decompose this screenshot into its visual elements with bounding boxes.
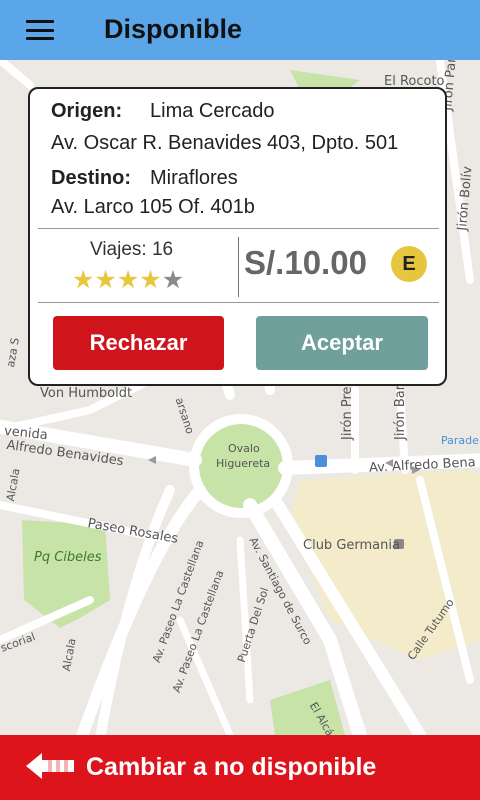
app-bar: Disponible: [0, 0, 480, 60]
map-label: Club Germania: [303, 538, 400, 553]
star-filled-icon: ★: [94, 266, 117, 294]
hamburger-menu-icon: [26, 20, 54, 40]
map-label: Pq Cibeles: [34, 550, 102, 565]
menu-button[interactable]: [0, 0, 80, 60]
payment-method-badge: E: [391, 246, 427, 282]
star-filled-icon: ★: [116, 266, 140, 294]
map-label: Ovalo: [228, 442, 260, 455]
origin-address: Av. Oscar R. Benavides 403, Dpto. 501: [51, 132, 399, 154]
rating-stars: ★★★★★: [72, 265, 184, 295]
trip-count: Viajes: 16: [90, 239, 174, 260]
star-filled-icon: ★: [72, 266, 95, 294]
ride-request-card: Origen: Lima Cercado Av. Oscar R. Benavid…: [28, 87, 447, 386]
divider: [38, 228, 439, 229]
destination-district: Miraflores: [150, 167, 238, 189]
accept-button[interactable]: Aceptar: [256, 316, 428, 370]
origin-label: Origen:: [51, 100, 123, 122]
destination-label: Destino:: [51, 167, 131, 189]
divider: [38, 302, 439, 303]
origin-district: Lima Cercado: [150, 100, 275, 122]
arrow-left-icon: [26, 753, 74, 779]
star-filled-icon: ★: [139, 266, 162, 294]
map-label: Von Humboldt: [40, 386, 133, 401]
toggle-availability-label: Cambiar a no disponible: [86, 753, 377, 781]
destination-address: Av. Larco 105 Of. 401b: [51, 196, 255, 218]
star-empty-icon: ★: [161, 266, 185, 294]
map-label: Higuereta: [216, 457, 271, 470]
divider: [238, 237, 239, 297]
fare-price: S/.10.00: [244, 244, 367, 281]
toggle-availability-button[interactable]: Cambiar a no disponible: [0, 735, 480, 800]
page-title: Disponible: [104, 14, 243, 44]
origin-row: Origen: Lima Cercado: [51, 100, 275, 123]
destination-row: Destino: Miraflores: [51, 167, 238, 190]
map-label: Parade: [441, 434, 479, 447]
reject-button[interactable]: Rechazar: [53, 316, 224, 370]
